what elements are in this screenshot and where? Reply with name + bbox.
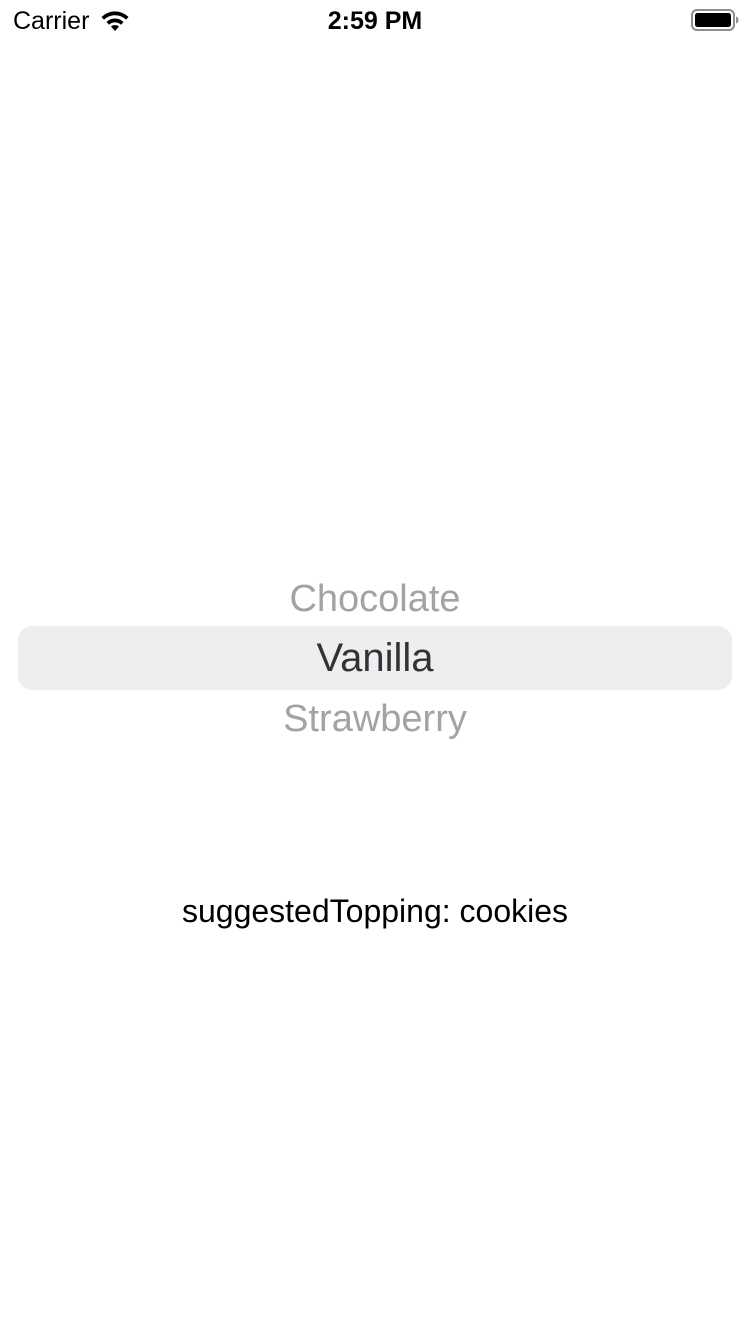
status-bar: Carrier 2:59 PM	[0, 0, 750, 40]
suggested-topping-label: suggestedTopping: cookies	[181, 893, 569, 929]
picker-row-chocolate[interactable]: Chocolate	[0, 575, 750, 623]
app-screen: Carrier 2:59 PM Chocolate Vanilla Strawb…	[0, 0, 750, 1334]
battery-icon	[691, 9, 739, 31]
status-time: 2:59 PM	[327, 7, 423, 35]
picker-row-vanilla[interactable]: Vanilla	[0, 634, 750, 682]
picker-row-strawberry[interactable]: Strawberry	[0, 695, 750, 743]
flavor-picker[interactable]: Chocolate Vanilla Strawberry	[0, 560, 750, 760]
